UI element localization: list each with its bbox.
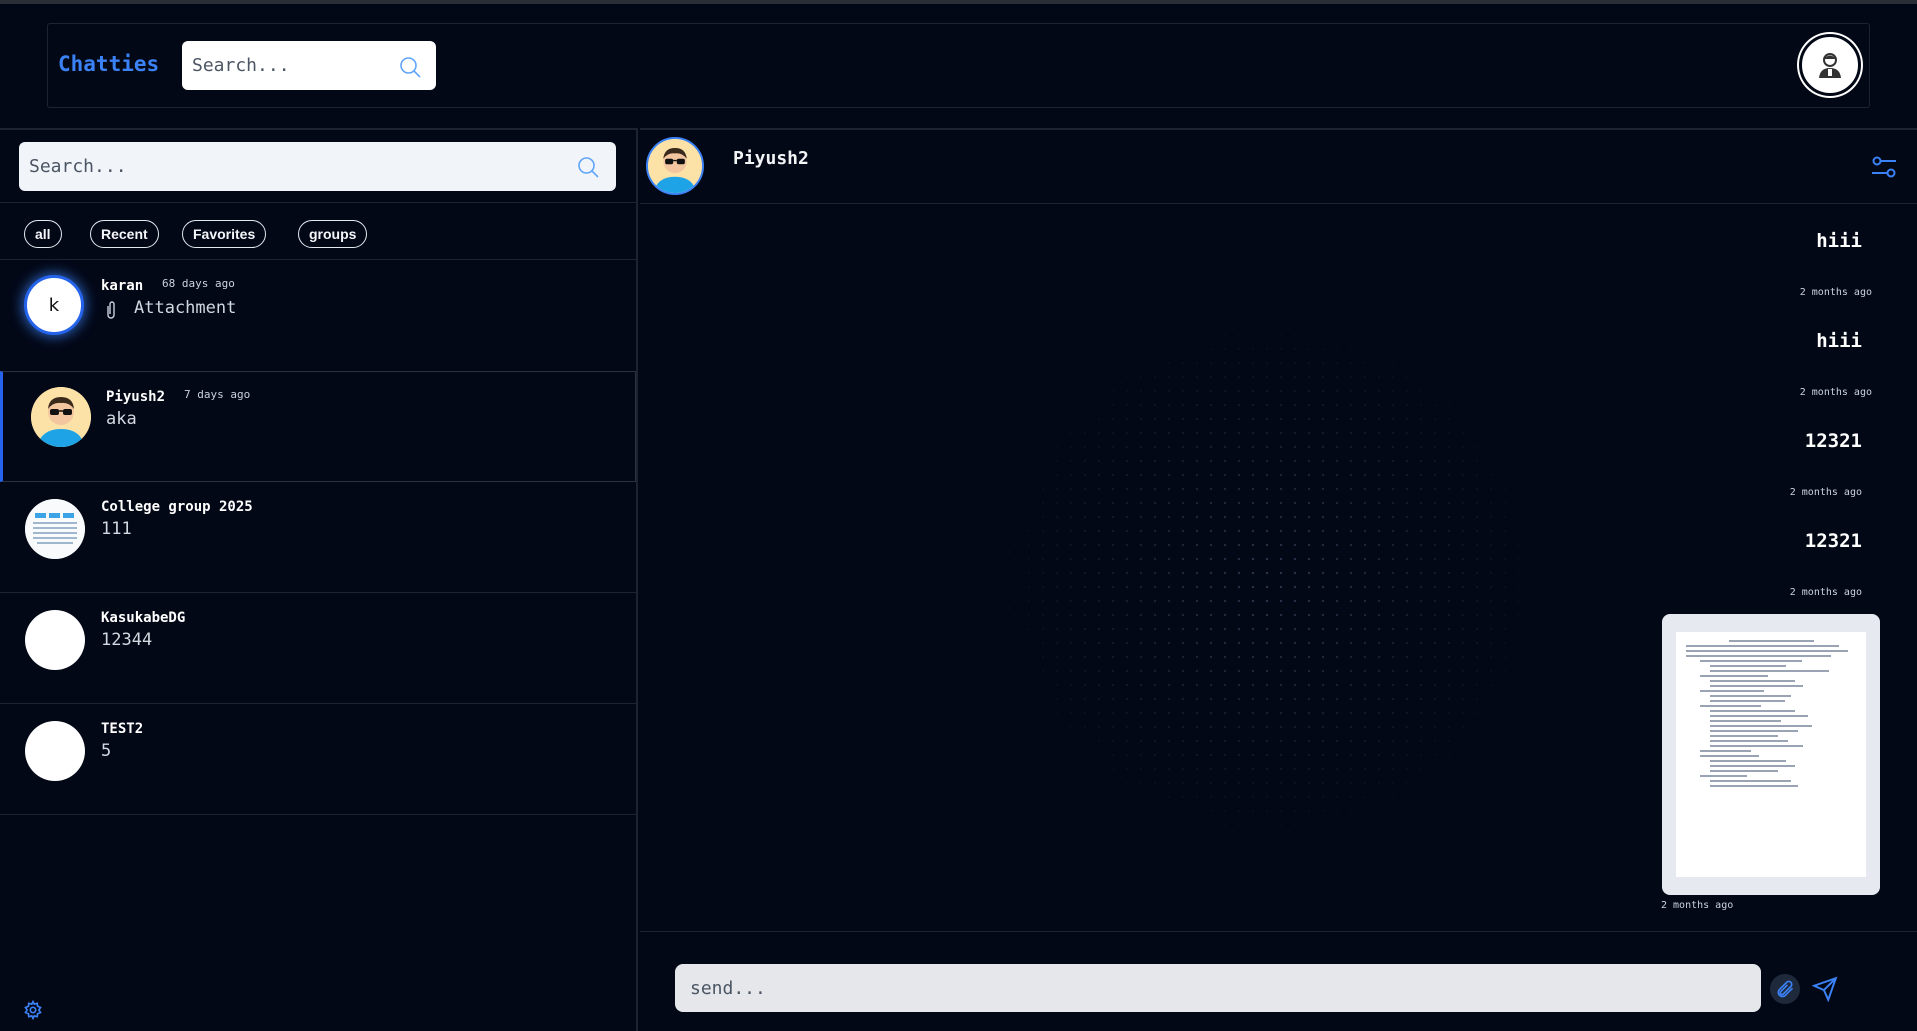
avatar[interactable]	[646, 137, 704, 195]
chat-time: 7 days ago	[184, 388, 251, 401]
message-bubble: hiii	[1816, 230, 1862, 252]
chat-last-message: aka	[106, 409, 137, 429]
profile-avatar-button[interactable]	[1799, 34, 1861, 96]
chat-list-item-active[interactable]: Piyush2 7 days ago aka	[0, 371, 636, 482]
filter-groups-chip[interactable]: groups	[298, 220, 368, 248]
paperclip-icon	[1777, 980, 1794, 998]
chat-name: karan	[101, 278, 144, 294]
send-button[interactable]	[1810, 974, 1840, 1004]
chat-list-item[interactable]: TEST2 5	[0, 704, 636, 815]
user-avatar-icon	[1819, 53, 1841, 78]
message-composer	[640, 931, 1917, 1031]
avatar	[25, 610, 85, 670]
gear-icon[interactable]	[23, 1000, 43, 1020]
document-preview-image	[1676, 632, 1866, 877]
window-top-bar	[0, 0, 1917, 4]
chat-name: Piyush2	[106, 389, 166, 405]
top-search-box	[182, 41, 436, 90]
chat-name: TEST2	[101, 721, 144, 737]
avatar: k	[24, 275, 84, 335]
chat-last-message: 5	[101, 741, 112, 761]
background-dot-pattern	[980, 300, 1560, 860]
avatar	[31, 387, 91, 447]
sidebar-search-box	[19, 142, 616, 191]
chat-last-message: 12344	[101, 630, 153, 650]
chat-list-item[interactable]: KasukabeDG 12344	[0, 593, 636, 704]
message-bubble: hiii	[1816, 330, 1862, 352]
conversation-title: Piyush2	[733, 148, 809, 169]
brand-logo[interactable]: Chatties	[58, 52, 159, 76]
filter-favorites-chip[interactable]: Favorites	[182, 220, 267, 248]
sidebar-search-input[interactable]	[29, 142, 507, 191]
chat-last-message: 111	[101, 519, 132, 539]
chat-filter-bar: all Recent Favorites groups	[0, 202, 636, 260]
conversation-header: Piyush2	[640, 130, 1917, 204]
send-icon	[1812, 976, 1838, 1002]
conversation-panel: Piyush2 hiii 2 months ago hiii 2 months …	[640, 128, 1917, 1031]
document-attachment[interactable]	[1662, 614, 1880, 895]
chat-last-message: Attachment	[134, 298, 237, 318]
message-bubble: 12321	[1804, 530, 1862, 552]
message-time: 2 months ago	[1789, 587, 1862, 598]
sliders-icon[interactable]	[1869, 152, 1899, 182]
paperclip-icon	[104, 300, 118, 324]
chat-name: College group 2025	[101, 499, 253, 515]
search-icon[interactable]	[398, 55, 422, 79]
message-bubble: 12321	[1804, 430, 1862, 452]
message-input[interactable]	[675, 964, 1761, 1012]
top-navbar: Chatties	[47, 23, 1870, 108]
message-time: 2 months ago	[1789, 487, 1862, 498]
search-icon[interactable]	[576, 155, 600, 179]
message-time: 2 months ago	[1799, 387, 1872, 398]
filter-all-chip[interactable]: all	[24, 220, 62, 248]
chat-list-item[interactable]: k karan 68 days ago Attachment	[0, 261, 636, 372]
chat-name: KasukabeDG	[101, 610, 186, 626]
top-search-input[interactable]	[192, 41, 396, 90]
chat-list-item[interactable]: College group 2025 111	[0, 482, 636, 593]
chat-time: 68 days ago	[162, 277, 235, 290]
message-time: 2 months ago	[1799, 287, 1872, 298]
avatar	[25, 721, 85, 781]
group-avatar	[25, 499, 85, 559]
chat-list-sidebar: all Recent Favorites groups k karan 68 d…	[0, 128, 638, 1031]
filter-recent-chip[interactable]: Recent	[90, 220, 159, 248]
attach-button[interactable]	[1770, 974, 1800, 1004]
message-time: 2 months ago	[1661, 900, 1734, 911]
